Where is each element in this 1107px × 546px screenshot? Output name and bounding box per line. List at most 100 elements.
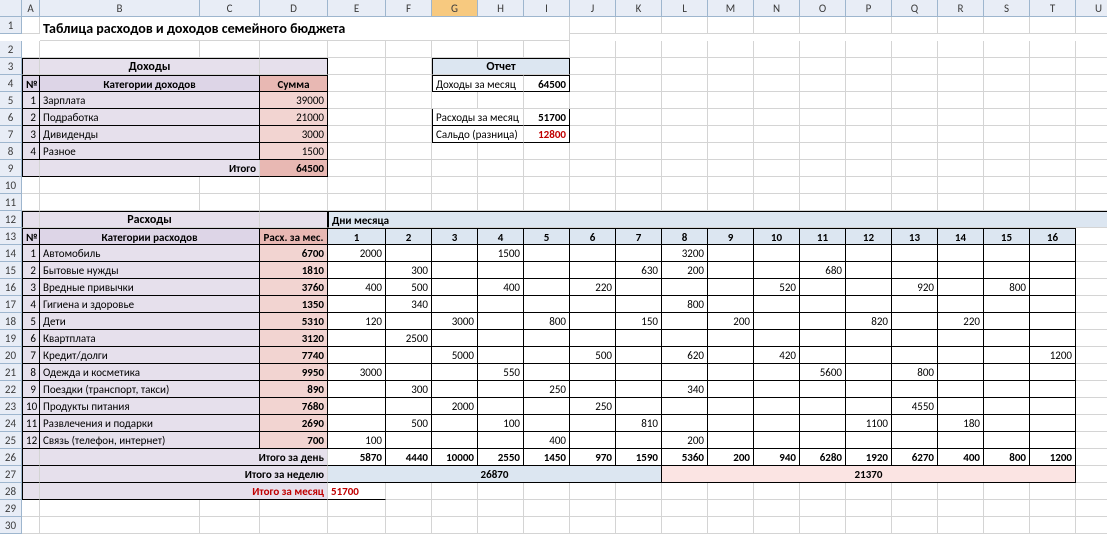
exp-cell[interactable]: 3000 <box>432 313 478 330</box>
exp-cell[interactable] <box>478 313 524 330</box>
cell-empty[interactable] <box>892 500 938 517</box>
cell-empty[interactable] <box>570 500 616 517</box>
cell-empty[interactable] <box>524 92 570 109</box>
cell-empty[interactable] <box>616 75 662 92</box>
col-header-R[interactable]: R <box>938 0 984 17</box>
exp-cell[interactable]: 300 <box>386 381 432 398</box>
row-header-3[interactable]: 3 <box>0 58 22 75</box>
exp-cell[interactable]: 2000 <box>432 398 478 415</box>
cell-empty[interactable] <box>984 160 1030 177</box>
exp-cell[interactable] <box>984 296 1030 313</box>
cell-empty[interactable] <box>40 500 200 517</box>
exp-cell[interactable] <box>1030 279 1076 296</box>
cell-empty[interactable] <box>478 177 524 194</box>
cell-empty[interactable] <box>984 41 1030 58</box>
exp-cell[interactable] <box>984 364 1030 381</box>
cell-empty[interactable] <box>1076 245 1107 262</box>
exp-cell[interactable] <box>570 381 616 398</box>
exp-cell[interactable] <box>570 432 616 449</box>
cell-empty[interactable] <box>708 17 754 34</box>
cell-empty[interactable] <box>846 177 892 194</box>
exp-cell[interactable] <box>616 245 662 262</box>
exp-cell[interactable] <box>938 296 984 313</box>
cell-empty[interactable] <box>662 58 708 75</box>
col-header-I[interactable]: I <box>524 0 570 17</box>
exp-cell[interactable]: 300 <box>386 262 432 279</box>
row-header-20[interactable]: 20 <box>0 347 22 364</box>
row-header-16[interactable]: 16 <box>0 279 22 296</box>
cell-empty[interactable] <box>616 58 662 75</box>
exp-cell[interactable] <box>846 432 892 449</box>
exp-cell[interactable]: 5600 <box>800 364 846 381</box>
cell-empty[interactable] <box>1030 194 1076 211</box>
exp-cell[interactable] <box>386 347 432 364</box>
exp-cell[interactable]: 1100 <box>846 415 892 432</box>
exp-cell[interactable] <box>524 245 570 262</box>
exp-cell[interactable] <box>616 296 662 313</box>
cell-empty[interactable] <box>800 500 846 517</box>
cell-empty[interactable] <box>846 58 892 75</box>
cell-empty[interactable] <box>386 126 432 143</box>
cell-empty[interactable] <box>200 500 260 517</box>
row-header-4[interactable]: 4 <box>0 75 22 92</box>
exp-cell[interactable] <box>800 313 846 330</box>
exp-cell[interactable] <box>984 347 1030 364</box>
cell-empty[interactable] <box>846 143 892 160</box>
cell-empty[interactable] <box>892 177 938 194</box>
cell-empty[interactable] <box>616 517 662 534</box>
cell-empty[interactable] <box>570 160 616 177</box>
col-header-Q[interactable]: Q <box>892 0 938 17</box>
cell-empty[interactable] <box>432 143 478 160</box>
row-header-26[interactable]: 26 <box>0 449 22 466</box>
cell-empty[interactable] <box>570 194 616 211</box>
exp-cell[interactable]: 1200 <box>1030 347 1076 364</box>
row-header-2[interactable]: 2 <box>0 41 22 58</box>
cell-empty[interactable] <box>846 17 892 34</box>
exp-cell[interactable]: 220 <box>938 313 984 330</box>
cell-empty[interactable] <box>800 194 846 211</box>
exp-cell[interactable] <box>984 381 1030 398</box>
cell-empty[interactable] <box>662 194 708 211</box>
exp-cell[interactable] <box>892 245 938 262</box>
cell-empty[interactable] <box>386 41 432 58</box>
col-header-L[interactable]: L <box>662 0 708 17</box>
row-header-17[interactable]: 17 <box>0 296 22 313</box>
exp-cell[interactable] <box>478 330 524 347</box>
col-header-B[interactable]: B <box>40 0 200 17</box>
exp-cell[interactable]: 220 <box>570 279 616 296</box>
exp-cell[interactable] <box>708 330 754 347</box>
cell-empty[interactable] <box>800 177 846 194</box>
cell-empty[interactable] <box>616 500 662 517</box>
cell-empty[interactable] <box>800 143 846 160</box>
cell-empty[interactable] <box>938 483 984 500</box>
exp-cell[interactable] <box>1030 262 1076 279</box>
exp-cell[interactable] <box>800 347 846 364</box>
cell-empty[interactable] <box>984 92 1030 109</box>
cell-empty[interactable] <box>1030 92 1076 109</box>
cell-empty[interactable] <box>616 160 662 177</box>
exp-cell[interactable] <box>1030 381 1076 398</box>
cell-empty[interactable] <box>938 500 984 517</box>
exp-cell[interactable] <box>432 432 478 449</box>
row-header-22[interactable]: 22 <box>0 381 22 398</box>
cell-empty[interactable] <box>800 160 846 177</box>
cell-empty[interactable] <box>260 177 328 194</box>
cell-empty[interactable] <box>328 109 386 126</box>
cell-empty[interactable] <box>662 41 708 58</box>
cell-empty[interactable] <box>1030 126 1076 143</box>
cell-empty[interactable] <box>22 41 40 58</box>
cell-empty[interactable] <box>478 500 524 517</box>
exp-cell[interactable] <box>938 262 984 279</box>
cell-empty[interactable] <box>984 109 1030 126</box>
cell-empty[interactable] <box>662 126 708 143</box>
exp-cell[interactable] <box>800 415 846 432</box>
exp-cell[interactable] <box>616 432 662 449</box>
exp-cell[interactable]: 400 <box>524 432 570 449</box>
exp-cell[interactable] <box>662 330 708 347</box>
cell-empty[interactable] <box>1030 58 1076 75</box>
cell-empty[interactable] <box>800 92 846 109</box>
exp-cell[interactable] <box>938 398 984 415</box>
exp-cell[interactable] <box>662 415 708 432</box>
cell-empty[interactable] <box>662 92 708 109</box>
cell-empty[interactable] <box>328 41 386 58</box>
